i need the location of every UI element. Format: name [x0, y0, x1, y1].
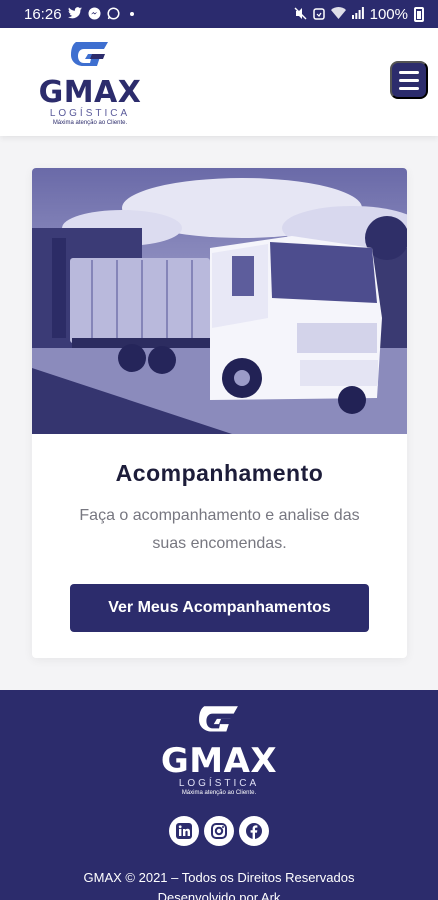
- instagram-link[interactable]: [204, 816, 234, 846]
- hamburger-menu-icon-bar: [399, 86, 419, 90]
- clock: 16:26: [24, 5, 62, 23]
- wifi-icon: [330, 7, 346, 21]
- facebook-link[interactable]: [239, 816, 269, 846]
- site-footer: GMAX LOGÍSTICA Máxima atenção ao Cliente…: [0, 690, 438, 900]
- g-logo-icon: [71, 42, 108, 66]
- footer-logo-tagline: Máxima atenção ao Cliente.: [181, 790, 257, 796]
- g-logo-icon: [199, 706, 238, 732]
- card-title: Acompanhamento: [115, 460, 324, 486]
- tracking-card: Acompanhamento Faça o acompanhamento e a…: [32, 168, 407, 658]
- header-logo[interactable]: GMAX LOGÍSTICA Máxima atenção ao Cliente…: [32, 40, 148, 126]
- footer-logo-wordmark: GMAX: [160, 741, 278, 781]
- status-right: 100%: [294, 6, 424, 23]
- social-links: [169, 816, 269, 846]
- credits-text: Desenvolvido por Ark: [157, 890, 281, 900]
- logo-wordmark: GMAX: [38, 75, 142, 110]
- linkedin-icon: [176, 823, 192, 839]
- view-tracking-button[interactable]: Ver Meus Acompanhamentos: [70, 584, 369, 632]
- site-header: GMAX LOGÍSTICA Máxima atenção ao Cliente…: [0, 28, 438, 136]
- card-description: Faça o acompanhamento e analise das suas…: [79, 507, 360, 552]
- logo-subtitle: LOGÍSTICA: [49, 108, 131, 119]
- footer-logo[interactable]: GMAX LOGÍSTICA Máxima atenção ao Cliente…: [155, 704, 283, 797]
- battery-icon: [414, 6, 424, 22]
- alarm-icon: [312, 7, 325, 22]
- status-bar: 16:26 100%: [0, 0, 438, 28]
- signal-icon: [351, 7, 364, 21]
- copyright-text: GMAX © 2021 – Todos os Direitos Reservad…: [83, 870, 355, 885]
- truck-photo: [32, 168, 407, 434]
- more-notifications-dot: [129, 12, 134, 16]
- status-left: 16:26: [24, 6, 134, 23]
- hamburger-menu-icon-bar: [399, 78, 419, 82]
- hamburger-menu-icon-bar: [399, 70, 419, 74]
- linkedin-link[interactable]: [169, 816, 199, 846]
- messenger-icon: [88, 7, 101, 22]
- hamburger-menu-button[interactable]: [390, 61, 428, 99]
- instagram-icon: [211, 823, 227, 839]
- battery-percent: 100%: [369, 5, 408, 23]
- twitter-icon: [67, 7, 82, 21]
- facebook-icon: [246, 823, 262, 839]
- whatsapp-icon: [106, 6, 120, 22]
- logo-tagline: Máxima atenção ao Cliente.: [52, 120, 128, 126]
- mute-icon: [294, 7, 307, 22]
